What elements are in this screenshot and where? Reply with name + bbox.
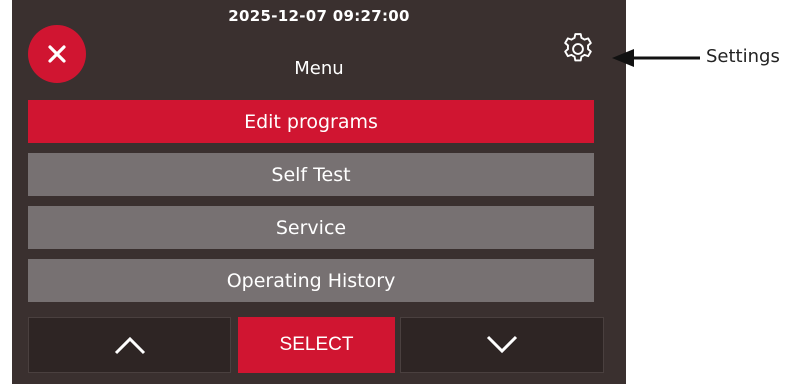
- gear-icon: [564, 33, 592, 62]
- device-screen: 2025-12-07 09:27:00 Menu Edit programs S…: [12, 0, 626, 384]
- settings-callout-label: Settings: [706, 46, 780, 67]
- chevron-down-icon: [486, 335, 518, 354]
- bottom-nav-bar: SELECT: [28, 317, 604, 373]
- down-button[interactable]: [400, 317, 604, 373]
- page-title: Menu: [294, 58, 344, 79]
- arrow-left-icon: [612, 49, 700, 67]
- select-button[interactable]: SELECT: [238, 317, 395, 373]
- settings-callout: Settings: [610, 40, 800, 76]
- menu-item-service[interactable]: Service: [28, 206, 594, 249]
- stage: 2025-12-07 09:27:00 Menu Edit programs S…: [0, 0, 800, 384]
- menu-list: Edit programs Self Test Service Operatin…: [28, 100, 594, 312]
- menu-item-self-test[interactable]: Self Test: [28, 153, 594, 196]
- up-button[interactable]: [28, 317, 231, 373]
- menu-item-operating-history[interactable]: Operating History: [28, 259, 594, 302]
- settings-button[interactable]: [559, 30, 597, 68]
- chevron-up-icon: [114, 336, 145, 355]
- menu-item-edit-programs[interactable]: Edit programs: [28, 100, 594, 143]
- datetime-display: 2025-12-07 09:27:00: [228, 7, 410, 25]
